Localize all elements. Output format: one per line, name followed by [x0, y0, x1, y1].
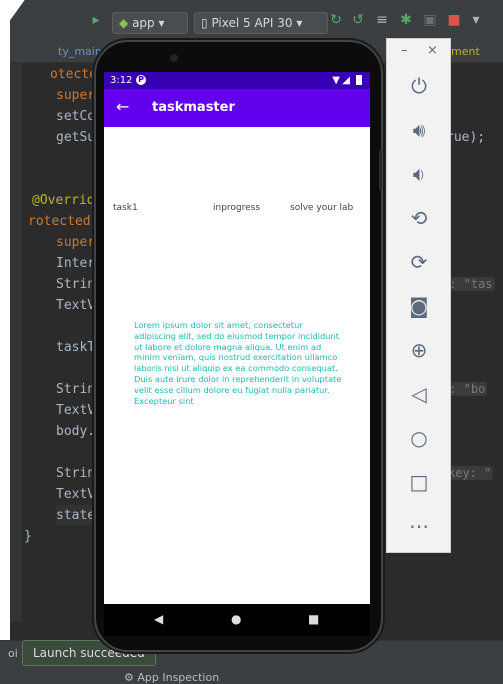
apply-code-changes-icon[interactable]: ↺: [350, 12, 366, 28]
volume-up-icon[interactable]: 🔊︎: [406, 117, 432, 143]
phone-icon: ▯: [201, 16, 208, 30]
editor-gutter: [10, 62, 22, 622]
ide-toolbar: ▸ ◆ app ▾ ▯ Pixel 5 API 30 ▾ ↻ ↺ ≡ ✱ ▣ ■…: [10, 0, 503, 43]
hammer-icon[interactable]: ▸: [88, 12, 104, 28]
parameter-hint: key: ": [446, 466, 494, 480]
code-line: rotected: [28, 214, 91, 229]
task-body: solve your lab: [290, 203, 354, 213]
code-line: TextV: [56, 298, 96, 313]
minimize-button[interactable]: –: [401, 43, 408, 58]
tab-fragment[interactable]: ment: [451, 45, 480, 58]
attach-icon[interactable]: ▣: [422, 12, 438, 28]
code-line: body.: [56, 424, 96, 439]
code-line: getSu: [56, 130, 96, 145]
code-line: taskT: [56, 340, 96, 355]
app-bar: ← taskmaster: [104, 89, 370, 127]
debug-icon[interactable]: ✱: [398, 12, 414, 28]
code-line: setCo: [56, 109, 96, 124]
phone-side-button: [379, 150, 382, 190]
wifi-icon: ▼: [332, 75, 340, 86]
task-description: Lorem ipsum dolor sit amet, consectetur …: [134, 320, 342, 406]
camera-dot: [170, 54, 178, 62]
code-line: Strin: [56, 382, 96, 397]
sdk-icon[interactable]: ▾: [468, 12, 484, 28]
tab-main[interactable]: ty_main: [58, 45, 102, 58]
back-arrow-icon[interactable]: ←: [116, 97, 129, 117]
device-dropdown[interactable]: ▯ Pixel 5 API 30 ▾: [194, 12, 328, 34]
app-inspection-icon: ⚙: [124, 671, 134, 684]
status-time: 3:12: [110, 75, 133, 86]
code-line: Strin: [56, 277, 96, 292]
home-icon[interactable]: ○: [406, 425, 432, 451]
code-line: Inter: [56, 256, 96, 271]
android-nav-bar: ◀ ● ■: [104, 604, 370, 636]
signal-icon: ◢: [342, 75, 350, 86]
rotate-right-icon[interactable]: ⟳: [406, 249, 432, 275]
app-title: taskmaster: [152, 100, 235, 115]
run-config-label: app: [132, 16, 155, 30]
stop-icon[interactable]: ■: [446, 12, 462, 28]
run-config-dropdown[interactable]: ◆ app ▾: [112, 12, 188, 34]
close-button[interactable]: ×: [427, 43, 438, 58]
device-screen: 3:12 P ▼ ◢ ← taskmaster task1 inprogress…: [104, 72, 370, 604]
status-left-text: oi: [8, 647, 18, 660]
list-icon[interactable]: ≡: [374, 12, 390, 28]
code-line-current: state: [56, 505, 96, 526]
task-title: task1: [113, 203, 138, 213]
code-line: }: [24, 529, 32, 544]
nav-recents-icon[interactable]: ■: [308, 612, 319, 626]
code-line: super: [56, 235, 96, 250]
emulator-control-panel: – × ⏻ 🔊︎ 🔉︎ ⟲ ⟳ ◙ ⊕ ◁ ○ □ ⋯: [386, 38, 451, 553]
zoom-icon[interactable]: ⊕: [406, 337, 432, 363]
code-line-tail: rue);: [446, 130, 486, 145]
code-line: Strin: [56, 466, 96, 481]
volume-down-icon[interactable]: 🔉︎: [406, 161, 432, 187]
nav-home-icon[interactable]: ●: [231, 612, 241, 626]
app-inspection-label: App Inspection: [137, 671, 220, 684]
overview-icon[interactable]: □: [406, 469, 432, 495]
battery-icon: [356, 75, 362, 85]
code-line: @Override: [32, 193, 103, 208]
rotate-left-icon[interactable]: ⟲: [406, 205, 432, 231]
nav-back-icon[interactable]: ◀: [154, 612, 163, 626]
power-icon[interactable]: ⏻: [406, 73, 432, 99]
code-line: TextV: [56, 403, 96, 418]
status-notification-icon: P: [136, 75, 146, 85]
camera-icon[interactable]: ◙: [406, 293, 432, 319]
task-state: inprogress: [213, 203, 261, 213]
device-label: Pixel 5 API 30: [211, 16, 293, 30]
android-icon: ◆: [119, 16, 129, 30]
android-status-bar: 3:12 P ▼ ◢: [104, 72, 370, 89]
chevron-down-icon: ▾: [296, 16, 303, 30]
chevron-down-icon: ▾: [158, 16, 165, 30]
app-inspection-tab[interactable]: ⚙ App Inspection: [124, 671, 219, 684]
more-icon[interactable]: ⋯: [406, 513, 432, 539]
code-line: TextV: [56, 487, 96, 502]
apply-changes-icon[interactable]: ↻: [328, 12, 344, 28]
back-icon[interactable]: ◁: [406, 381, 432, 407]
